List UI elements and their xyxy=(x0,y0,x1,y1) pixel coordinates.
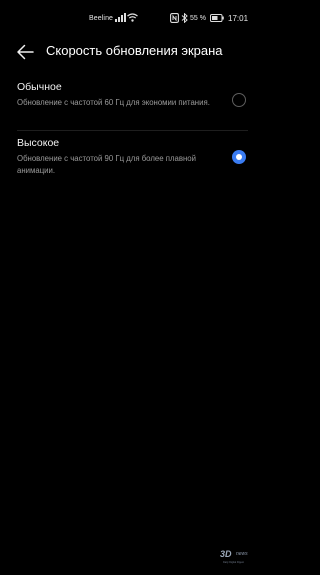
option-title: Обычное xyxy=(17,81,62,93)
wifi-icon xyxy=(127,13,138,22)
option-normal[interactable]: Обычное Обновление с частотой 60 Гц для … xyxy=(0,78,265,128)
carrier-name: Beeline xyxy=(89,15,114,22)
option-description: Обновление с частотой 90 Гц для более пл… xyxy=(17,154,196,175)
page-title: Скорость обновления экрана xyxy=(46,43,223,58)
divider xyxy=(17,130,248,131)
radio-normal[interactable] xyxy=(232,93,246,107)
option-description: Обновление с частотой 60 Гц для экономии… xyxy=(17,98,210,107)
status-bar: Beeline 55 % 17:01 xyxy=(0,0,265,40)
signal-icon xyxy=(115,13,126,22)
watermark-logo: 3D news Daily Digital Digest xyxy=(220,549,260,569)
battery-icon xyxy=(210,14,224,22)
watermark-suffix: news xyxy=(236,551,248,557)
nfc-icon xyxy=(170,13,179,23)
radio-high[interactable] xyxy=(232,150,246,164)
watermark-tagline: Daily Digital Digest xyxy=(223,561,244,564)
option-title: Высокое xyxy=(17,137,60,149)
option-high[interactable]: Высокое Обновление с частотой 90 Гц для … xyxy=(0,133,265,183)
arrow-left-icon[interactable] xyxy=(16,44,34,60)
bluetooth-icon xyxy=(181,13,188,23)
toolbar: Скорость обновления экрана xyxy=(0,40,265,66)
battery-percent: 55 % xyxy=(190,15,206,22)
clock: 17:01 xyxy=(228,14,249,23)
watermark-brand: 3D xyxy=(220,549,232,559)
